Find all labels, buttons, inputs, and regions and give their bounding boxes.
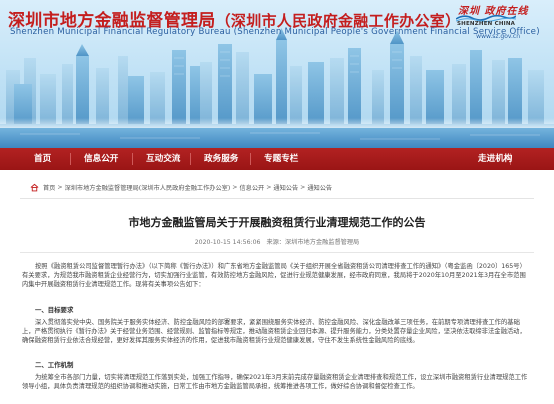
site-url[interactable]: www.sz.gov.cn [476,33,520,40]
nav-item-gov-services[interactable]: 政务服务 [204,148,238,170]
breadcrumb: 首页 > 深圳市地方金融监督管理局(深圳市人民政府金融工作办公室) > 信息公开… [30,180,332,194]
article-paragraph-goals: 深入贯彻落实党中央、国务院关于服务实体经济、防控金融风险的部署要求，紧紧围绕服务… [22,319,526,344]
breadcrumb-link-home[interactable]: 首页 [43,183,55,192]
article-title: 市地方金融监管局关于开展融资租赁行业清理规范工作的公告 [128,216,426,229]
breadcrumb-separator: > [300,183,306,191]
breadcrumb-link-bureau[interactable]: 深圳市地方金融监督管理局(深圳市人民政府金融工作办公室) [65,183,231,192]
main-nav: 首页 信息公开 互动交流 政务服务 专题专栏 走进机构 [0,148,554,170]
breadcrumb-link-info-disclosure[interactable]: 信息公开 [239,183,264,192]
nav-divider [70,153,71,165]
header-banner: 深圳市地方金融监督管理局（深圳市人民政府金融工作办公室） Shenzhen Mu… [0,0,554,148]
breadcrumb-separator: > [57,183,63,191]
article-paragraph-mechanism: 为统筹全市各部门力量，切实将清理规范工作落到实处，加强工作指导，确保2021年3… [22,374,528,390]
article-divider [20,252,534,253]
nav-item-interaction[interactable]: 互动交流 [146,148,180,170]
nav-item-info-disclosure[interactable]: 信息公开 [84,148,118,170]
nav-item-home[interactable]: 首页 [34,148,51,170]
article-paragraph-intro: 按照《融资租赁公司监督管理暂行办法》（以下简称《暂行办法》）和广东省地方金融监管… [22,263,526,288]
nav-divider [250,153,251,165]
breadcrumb-separator: > [266,183,272,191]
section-heading-mechanism: 二、工作机制 [35,361,74,369]
breadcrumb-link-notices-current[interactable]: 通知公告 [307,183,332,192]
home-icon [30,183,39,191]
article-meta: 2020-10-15 14:56:06 来源：深圳市地方金融监督管理局 [0,237,554,246]
nav-item-about-agency[interactable]: 走进机构 [478,148,512,170]
nav-divider [132,153,133,165]
shenzhen-gov-logo[interactable]: 深圳 政府在线 SHENZHEN CHINA [454,2,527,34]
logo-english-text: SHENZHEN CHINA [457,21,516,27]
article-date: 2020-10-15 14:56:06 [194,239,261,246]
section-heading-goals: 一、目标要求 [35,306,74,314]
nav-divider [190,153,191,165]
nav-item-special-topics[interactable]: 专题专栏 [264,148,298,170]
breadcrumb-link-notices[interactable]: 通知公告 [273,183,298,192]
article-source: 来源：深圳市地方金融监督管理局 [266,239,360,246]
breadcrumb-separator: > [232,183,238,191]
breadcrumb-divider [20,198,534,199]
